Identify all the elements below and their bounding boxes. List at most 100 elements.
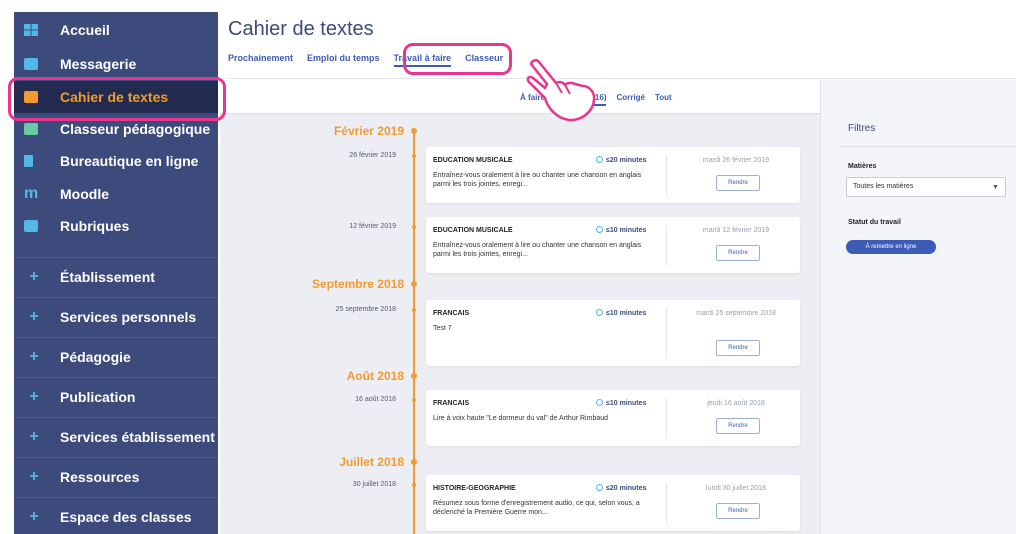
sidebar-item-classeur-pedagogique[interactable]: Classeur pédagogique: [14, 113, 218, 145]
sidebar-item-rubriques[interactable]: Rubriques: [14, 210, 218, 242]
homework-card[interactable]: EDUCATION MUSICALE ≤20 minutes Entraînez…: [426, 147, 800, 203]
document-icon: [24, 155, 33, 167]
plus-icon: +: [29, 347, 39, 365]
card-due-date: mardi 26 février 2019: [702, 157, 770, 164]
card-divider: [666, 308, 667, 358]
sidebar-item-label: Moodle: [60, 186, 109, 202]
section-label: Services personnels: [60, 308, 197, 325]
card-due-date: lundi 30 juillet 2018: [706, 485, 766, 492]
card-duration: ≤10 minutes: [596, 399, 646, 407]
rendre-button[interactable]: Rendre: [716, 340, 760, 356]
sidebar-item-bureautique[interactable]: Bureautique en ligne: [14, 145, 218, 177]
card-description: Test 7: [433, 325, 452, 332]
clock-icon: [596, 399, 603, 406]
rendre-button[interactable]: Rendre: [716, 245, 760, 261]
sidebar-item-messagerie[interactable]: Messagerie: [14, 48, 218, 80]
homework-card[interactable]: HISTOIRE-GEOGRAPHIE ≤20 minutes Résumez …: [426, 475, 800, 531]
section-etablissement[interactable]: + Établissement: [14, 257, 218, 295]
clock-icon: [596, 226, 603, 233]
grid-icon: [24, 24, 38, 36]
card-description: Lire à voix haute "Le dormeur du val" de…: [433, 415, 609, 422]
section-pedagogie[interactable]: + Pédagogie: [14, 337, 218, 375]
date-dot: [412, 225, 416, 229]
entry-date: 25 septembre 2018: [335, 306, 396, 313]
card-subject: EDUCATION MUSICALE: [433, 157, 513, 164]
plus-icon: +: [29, 427, 39, 445]
plus-icon: +: [29, 387, 39, 405]
chevron-down-icon: ▼: [992, 184, 999, 191]
subjects-select[interactable]: Toutes les matières: [846, 177, 1006, 197]
section-label: Espace des classes: [60, 508, 192, 525]
sidebar: Accueil Messagerie Cahier de textes Clas…: [14, 12, 218, 534]
card-due-date: mardi 25 septembre 2018: [696, 310, 776, 317]
divider: [228, 78, 1016, 79]
section-label: Établissement: [60, 268, 155, 285]
clock-icon: [596, 156, 603, 163]
month-label: Août 2018: [346, 369, 404, 383]
tab-bar: Prochainement Emploi du temps Travail à …: [228, 53, 517, 67]
mail-icon: [24, 58, 38, 70]
subjects-label: Matières: [848, 163, 877, 170]
status-tab-corrige[interactable]: Corrigé: [616, 93, 644, 106]
tab-classeur[interactable]: Classeur: [465, 53, 503, 67]
month-dot: [411, 128, 417, 134]
tab-travail-a-faire[interactable]: Travail à faire: [393, 53, 452, 67]
section-label: Services établissement: [60, 428, 215, 445]
card-description: Entraînez-vous oralement à lire ou chant…: [433, 172, 642, 188]
section-ressources[interactable]: + Ressources: [14, 457, 218, 495]
app: Accueil Messagerie Cahier de textes Clas…: [0, 0, 1016, 534]
sidebar-item-cahier-de-textes[interactable]: Cahier de textes: [14, 81, 218, 113]
folder-icon: [24, 123, 38, 135]
section-services-personnels[interactable]: + Services personnels: [14, 297, 218, 335]
duration-text: ≤10 minutes: [606, 400, 647, 407]
rendre-button[interactable]: Rendre: [716, 503, 760, 519]
card-subject: FRANCAIS: [433, 310, 470, 317]
card-subject: EDUCATION MUSICALE: [433, 227, 513, 234]
card-divider: [666, 483, 667, 523]
month-label: Février 2019: [333, 124, 404, 138]
card-duration: ≤20 minutes: [596, 156, 646, 164]
plus-icon: +: [29, 467, 39, 485]
filters-panel: [820, 80, 1016, 534]
duration-text: ≤20 minutes: [606, 157, 647, 164]
timeline-line: [413, 128, 415, 534]
tab-emploi-du-temps[interactable]: Emploi du temps: [307, 53, 380, 67]
rendre-button[interactable]: Rendre: [716, 175, 760, 191]
section-publication[interactable]: + Publication: [14, 377, 218, 415]
sidebar-item-moodle[interactable]: m Moodle: [14, 178, 218, 210]
card-description: Entraînez-vous oralement à lire ou chant…: [433, 242, 642, 258]
sidebar-item-label: Rubriques: [60, 218, 130, 234]
homework-card[interactable]: FRANCAIS ≤10 minutes Lire à voix haute "…: [426, 390, 800, 446]
card-duration: ≤10 minutes: [596, 309, 646, 317]
entry-date: 12 février 2019: [349, 223, 396, 230]
hand-cursor-icon: [526, 59, 596, 122]
month-dot: [411, 459, 417, 465]
section-services-etablissement[interactable]: + Services établissement: [14, 417, 218, 455]
date-dot: [412, 154, 416, 158]
duration-text: ≤10 minutes: [606, 310, 647, 317]
homework-card[interactable]: EDUCATION MUSICALE ≤10 minutes Entraînez…: [426, 217, 800, 273]
card-due-date: mardi 12 février 2019: [702, 227, 770, 234]
month-label: Septembre 2018: [311, 277, 404, 291]
plus-icon: +: [29, 307, 39, 325]
homework-card[interactable]: FRANCAIS ≤10 minutes Test 7 mardi 25 sep…: [426, 300, 800, 366]
status-filter-chip[interactable]: À remettre en ligne: [846, 240, 936, 254]
card-duration: ≤20 minutes: [596, 484, 646, 492]
date-dot: [412, 308, 416, 312]
month-dot: [411, 281, 417, 287]
section-espace-des-classes[interactable]: + Espace des classes: [14, 497, 218, 534]
month-dot: [411, 373, 417, 379]
status-tab-tout[interactable]: Tout: [655, 93, 672, 106]
divider: [840, 146, 1016, 147]
sidebar-item-accueil[interactable]: Accueil: [14, 14, 218, 46]
book-icon: [24, 91, 38, 103]
rendre-button[interactable]: Rendre: [716, 418, 760, 434]
sidebar-item-label: Bureautique en ligne: [60, 153, 199, 169]
sidebar-item-label: Cahier de textes: [60, 89, 169, 105]
tab-prochainement[interactable]: Prochainement: [228, 53, 293, 67]
card-due-date: jeudi 16 août 2018: [707, 400, 765, 407]
date-dot: [412, 398, 416, 402]
sidebar-item-label: Messagerie: [60, 56, 137, 72]
clock-icon: [596, 484, 603, 491]
card-divider: [666, 398, 667, 438]
